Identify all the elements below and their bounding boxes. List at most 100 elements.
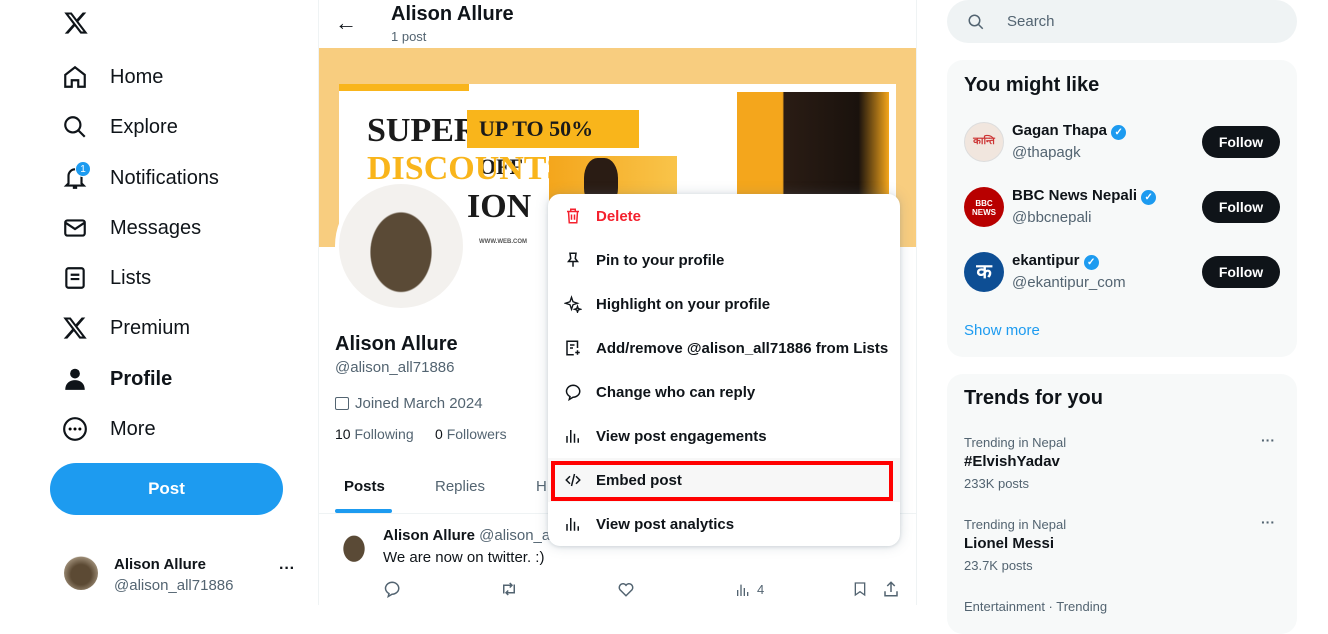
following-link[interactable]: 10 Following <box>335 426 414 442</box>
search-icon <box>64 116 86 138</box>
trend-name: #ElvishYadav <box>964 453 1060 470</box>
menu-item-label: Pin to your profile <box>596 251 725 269</box>
like-icon[interactable] <box>617 580 635 603</box>
views-button[interactable]: 4 <box>735 582 764 598</box>
follow-button[interactable]: Follow <box>1202 191 1280 223</box>
nav-home[interactable]: Home <box>62 64 163 90</box>
followers-label: Followers <box>446 426 507 442</box>
menu-item-label: Change who can reply <box>596 383 756 401</box>
mail-icon <box>64 219 86 237</box>
follow-button[interactable]: Follow <box>1202 256 1280 288</box>
home-icon <box>64 65 86 88</box>
nav-label: Lists <box>110 266 152 289</box>
joined-date: Joined March 2024 <box>335 395 483 412</box>
bookmark-icon[interactable] <box>852 580 868 603</box>
more-icon: ··· <box>279 560 295 577</box>
followers-link[interactable]: 0 Followers <box>435 426 507 442</box>
nav-premium[interactable]: Premium <box>62 315 190 341</box>
account-switcher[interactable]: Alison Allure @alison_all71886 ··· <box>64 556 304 596</box>
tab-replies[interactable]: Replies <box>435 478 485 495</box>
banner-offer: UP TO 50% OFF <box>467 110 639 179</box>
nav-label: Messages <box>110 216 202 239</box>
nav-lists[interactable]: Lists <box>62 265 151 291</box>
user-name-text: Gagan Thapa <box>1012 122 1108 139</box>
joined-text: Joined March 2024 <box>355 395 483 412</box>
person-icon <box>65 368 85 390</box>
tab-posts[interactable]: Posts <box>344 478 385 495</box>
avatar[interactable]: क <box>964 252 1004 292</box>
following-label: Following <box>354 426 414 442</box>
notification-badge: 1 <box>75 161 91 177</box>
post-author[interactable]: Alison Allure @alison_a <box>383 527 550 544</box>
nav-label: Notifications <box>110 166 219 189</box>
post-options-menu: Delete Pin to your profile Highlight on … <box>548 194 900 546</box>
trend-item[interactable]: Trending in Nepal #ElvishYadav 233K post… <box>947 432 1297 502</box>
trends-card: Trends for you Trending in Nepal #Elvish… <box>947 374 1297 634</box>
nav-more[interactable]: More <box>62 416 156 442</box>
follow-button[interactable]: Follow <box>1202 126 1280 158</box>
user-name[interactable]: BBC News Nepali ✓ <box>1012 187 1157 205</box>
menu-item-label: View post engagements <box>596 427 767 445</box>
tab-highlights[interactable]: H <box>536 478 547 495</box>
following-count: 10 <box>335 426 351 442</box>
trend-count: 233K posts <box>964 476 1030 491</box>
show-more-link[interactable]: Show more <box>964 322 1040 339</box>
post-button[interactable]: Post <box>50 463 283 515</box>
section-title: You might like <box>964 74 1100 96</box>
account-name: Alison Allure <box>114 556 206 573</box>
user-name[interactable]: ekantipur ✓ <box>1012 252 1099 270</box>
menu-item-label: Highlight on your profile <box>596 295 771 313</box>
user-handle: @ekantipur_com <box>1012 274 1126 291</box>
menu-item-reply-settings[interactable]: Change who can reply <box>548 370 900 414</box>
more-icon[interactable]: ··· <box>1261 432 1275 448</box>
banner-photo <box>737 92 889 197</box>
pin-icon <box>567 252 579 267</box>
bar-chart-icon <box>566 430 579 443</box>
menu-item-engagements[interactable]: View post engagements <box>548 414 900 458</box>
nav-label: Profile <box>110 367 173 390</box>
user-name[interactable]: Gagan Thapa ✓ <box>1012 122 1127 140</box>
trend-context: Trending in Nepal <box>964 435 1067 450</box>
share-icon[interactable] <box>882 580 900 603</box>
verified-icon: ✓ <box>1111 125 1127 140</box>
back-arrow-icon[interactable]: ← <box>335 10 357 36</box>
nav-profile[interactable]: Profile <box>62 366 172 392</box>
bar-chart-icon <box>566 518 579 531</box>
menu-item-lists[interactable]: Add/remove @alison_all71886 from Lists <box>548 326 900 370</box>
avatar <box>64 556 98 590</box>
verified-icon: ✓ <box>1141 190 1157 205</box>
menu-item-analytics[interactable]: View post analytics <box>548 502 900 546</box>
avatar[interactable]: BBC NEWS <box>964 187 1004 227</box>
nav-explore[interactable]: Explore <box>62 114 178 140</box>
trend-context: Entertainment · Trending <box>964 599 1108 614</box>
x-logo-icon <box>63 317 87 339</box>
avatar[interactable]: कान्ति <box>964 122 1004 162</box>
followers-count: 0 <box>435 426 443 442</box>
nav-label: Explore <box>110 115 178 138</box>
x-logo-icon[interactable] <box>62 10 90 41</box>
search-placeholder: Search <box>1007 13 1055 30</box>
repost-icon[interactable] <box>499 580 519 603</box>
highlight-box <box>551 461 893 501</box>
profile-avatar[interactable] <box>335 180 467 312</box>
reply-bubble-icon <box>565 384 581 401</box>
reply-icon[interactable] <box>383 580 401 603</box>
user-handle: @thapagk <box>1012 144 1081 161</box>
menu-item-delete[interactable]: Delete <box>548 194 900 238</box>
section-title: Trends for you <box>964 387 1103 409</box>
trend-item[interactable]: Trending in Nepal Lionel Messi 23.7K pos… <box>947 514 1297 584</box>
nav-label: Premium <box>110 316 191 339</box>
sparkle-icon <box>564 295 582 313</box>
menu-item-label: View post analytics <box>596 515 735 533</box>
menu-item-pin[interactable]: Pin to your profile <box>548 238 900 282</box>
search-input[interactable]: Search <box>947 0 1297 43</box>
page-title: Alison Allure <box>391 3 514 25</box>
trend-count: 23.7K posts <box>964 558 1033 573</box>
account-handle: @alison_all71886 <box>114 577 234 594</box>
banner-text: ION <box>467 188 532 225</box>
calendar-icon <box>335 397 349 410</box>
nav-messages[interactable]: Messages <box>62 215 201 241</box>
more-icon[interactable]: ··· <box>1261 514 1275 530</box>
nav-notifications[interactable]: Notifications 1 <box>62 161 219 191</box>
menu-item-highlight[interactable]: Highlight on your profile <box>548 282 900 326</box>
